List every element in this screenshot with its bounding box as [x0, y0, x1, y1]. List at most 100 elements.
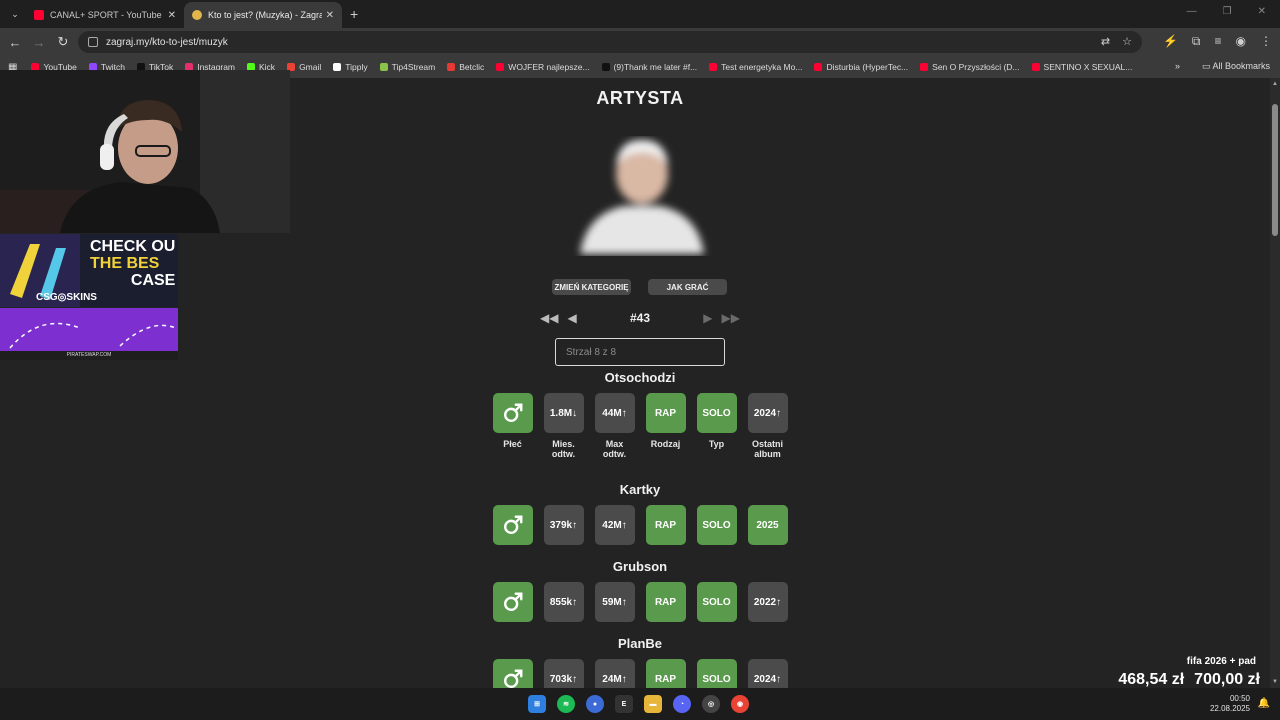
ad-headline: CHECK OU THE BES CASE — [90, 238, 175, 289]
bookmark-item[interactable]: Tipply — [333, 62, 368, 72]
bookmark-item[interactable]: (9)Thank me later #f... — [601, 62, 697, 72]
bookmark-label: Disturbia (HyperTec... — [826, 62, 909, 72]
tab-search-button[interactable]: ⌄ — [4, 3, 26, 25]
guess-tiles: 379k↑ 42M↑ RAP SOLO 2025 — [490, 505, 790, 545]
epic-games-icon[interactable]: E — [615, 695, 633, 713]
address-bar[interactable]: zagraj.my/kto-to-jest/muzyk ⇄ ☆ — [78, 31, 1142, 53]
chrome-icon[interactable]: ◉ — [731, 695, 749, 713]
bookmark-favicon-icon — [814, 63, 823, 71]
bookmark-favicon-icon — [379, 63, 388, 71]
page-scrollbar[interactable]: ▲ ▼ — [1270, 78, 1280, 688]
donation-current: 468,54 zł — [1118, 671, 1185, 688]
artist-avatar-silhouette — [580, 140, 704, 254]
bookmark-favicon-icon — [333, 63, 342, 71]
ad-line-2: THE BES — [90, 255, 160, 272]
translate-icon[interactable]: ⇄ — [1101, 35, 1110, 48]
minimize-icon[interactable]: — — [1187, 6, 1197, 17]
tab-title: Kto to jest? (Muzyka) - Zagraj.my — [208, 10, 322, 20]
attribute-tile: 24M↑ — [594, 659, 635, 688]
clock-date: 22.08.2025 — [1209, 704, 1250, 713]
close-tab-icon[interactable]: ✕ — [326, 10, 334, 21]
discord-icon[interactable]: ◔ — [673, 695, 691, 713]
bookmark-favicon-icon — [709, 63, 718, 71]
guess-row: PlanBe 703k↑ 24M↑ RAP SOLO 2024↑ — [490, 636, 790, 688]
bookmark-item[interactable]: Gmail — [287, 62, 321, 72]
attribute-tile: RAP — [645, 505, 686, 545]
scroll-thumb[interactable] — [1272, 104, 1278, 236]
column-label: Typ — [708, 439, 725, 449]
attribute-tile: 2025 — [747, 505, 788, 545]
change-category-button[interactable]: ZMIEŃ KATEGORIĘ — [552, 279, 631, 295]
bookmark-item[interactable]: Tip4Stream — [379, 62, 435, 72]
forward-icon[interactable]: → — [27, 35, 51, 50]
file-explorer-icon[interactable]: ▬ — [644, 695, 662, 713]
last-puzzle-icon[interactable]: ▶▶ — [722, 311, 740, 325]
bookmark-favicon-icon — [920, 63, 929, 71]
bookmark-favicon-icon — [447, 63, 456, 71]
male-symbol-icon — [492, 505, 533, 545]
male-symbol-icon — [492, 582, 533, 622]
ad-footer: PIRATESWAP.COM — [0, 351, 178, 360]
windows-start-icon[interactable]: ⊞ — [528, 695, 546, 713]
close-window-icon[interactable]: ✕ — [1258, 6, 1266, 17]
clock-time: 00:50 — [1229, 694, 1250, 703]
column-label: Płeć — [503, 439, 522, 449]
guess-artist-name: Otsochodzi — [604, 370, 676, 385]
ad-pattern-graphic — [9, 322, 177, 349]
pirateswap-ad[interactable]: PIRATESWAP.COM — [0, 308, 178, 360]
more-bookmarks-icon[interactable]: » — [1175, 61, 1180, 72]
bookmark-item[interactable]: SENTINO X SEXUAL... — [1031, 62, 1132, 72]
bookmark-item[interactable]: Test energetyka Mo... — [709, 62, 802, 72]
next-puzzle-icon[interactable]: ▶ — [703, 311, 712, 325]
spotify-icon[interactable]: ≋ — [557, 695, 575, 713]
back-icon[interactable]: ← — [3, 35, 27, 50]
tab-youtube[interactable]: CANAL+ SPORT - YouTube ✕ — [26, 2, 184, 28]
scroll-up-icon[interactable]: ▲ — [1272, 81, 1278, 87]
new-tab-button[interactable]: + — [350, 6, 358, 22]
bookmark-item[interactable]: Betclic — [447, 62, 484, 72]
tab-zagraj[interactable]: Kto to jest? (Muzyka) - Zagraj.my ✕ — [184, 2, 342, 28]
system-clock[interactable]: 00:50 22.08.2025 — [1210, 694, 1250, 714]
guess-artist-name: PlanBe — [617, 636, 663, 651]
youtube-favicon-icon — [34, 10, 44, 20]
attribute-tile: SOLO — [696, 393, 737, 433]
guess-tiles: 703k↑ 24M↑ RAP SOLO 2024↑ — [490, 659, 790, 688]
all-bookmarks[interactable]: ▭ All Bookmarks — [1202, 61, 1270, 72]
previous-puzzle-icon[interactable]: ◀ — [568, 311, 577, 325]
attribute-tile: 59M↑ — [594, 582, 635, 622]
bookmark-item[interactable]: Sen O Przyszłości (D... — [920, 62, 1020, 72]
profile-icon[interactable]: ◉ — [1236, 34, 1246, 49]
extension-icon[interactable]: ⚡ — [1163, 34, 1178, 49]
maximize-icon[interactable]: ❐ — [1223, 6, 1232, 17]
bookmark-item[interactable]: Disturbia (HyperTec... — [814, 62, 908, 72]
app-icon[interactable]: ● — [586, 695, 604, 713]
bookmark-star-icon[interactable]: ☆ — [1122, 35, 1132, 48]
site-info-icon[interactable] — [88, 37, 98, 47]
attribute-tile: 42M↑ — [594, 505, 635, 545]
extensions-puzzle-icon[interactable]: ⧉ — [1192, 34, 1201, 49]
notification-bell-icon[interactable]: 🔔 — [1258, 698, 1270, 709]
media-controls-icon[interactable]: ≡ — [1215, 34, 1222, 49]
bookmark-item[interactable]: WOJFER najlepsze... — [496, 62, 590, 72]
ad-line-1: CHECK OU — [90, 238, 176, 255]
donation-target: 700,00 zł — [1194, 671, 1260, 688]
navigation-bar: ← → ↻ zagraj.my/kto-to-jest/muzyk ⇄ ☆ ⚡ … — [0, 28, 1280, 56]
guess-input[interactable] — [555, 338, 725, 366]
reload-icon[interactable]: ↻ — [51, 34, 75, 50]
scroll-down-icon[interactable]: ▼ — [1272, 679, 1278, 685]
bookmark-label: Gmail — [299, 62, 322, 72]
csgo-skins-ad[interactable]: CHECK OU THE BES CASE CSG◎SKINS — [0, 234, 178, 307]
guess-row: Otsochodzi 1.8M↓ 44M↑ RAP SOLO 2024↑ Płeć Mies.… — [490, 370, 790, 459]
first-puzzle-icon[interactable]: ◀◀ — [540, 311, 558, 325]
window-controls: — ❐ ✕ — [1187, 6, 1266, 17]
webcam-feed — [0, 70, 290, 233]
how-to-play-button[interactable]: JAK GRAĆ — [648, 279, 727, 295]
browser-menu-icon[interactable]: ⋮ — [1260, 34, 1272, 49]
close-tab-icon[interactable]: ✕ — [168, 10, 176, 21]
bookmark-favicon-icon — [1031, 63, 1040, 71]
column-label: Rodzaj — [650, 439, 681, 449]
obs-icon[interactable]: ◎ — [702, 695, 720, 713]
bookmark-favicon-icon — [601, 63, 610, 71]
attribute-tile: 44M↑ — [594, 393, 635, 433]
donation-goal: fifa 2026 + pad 468,54 zł 700,00 zł — [1118, 656, 1260, 689]
